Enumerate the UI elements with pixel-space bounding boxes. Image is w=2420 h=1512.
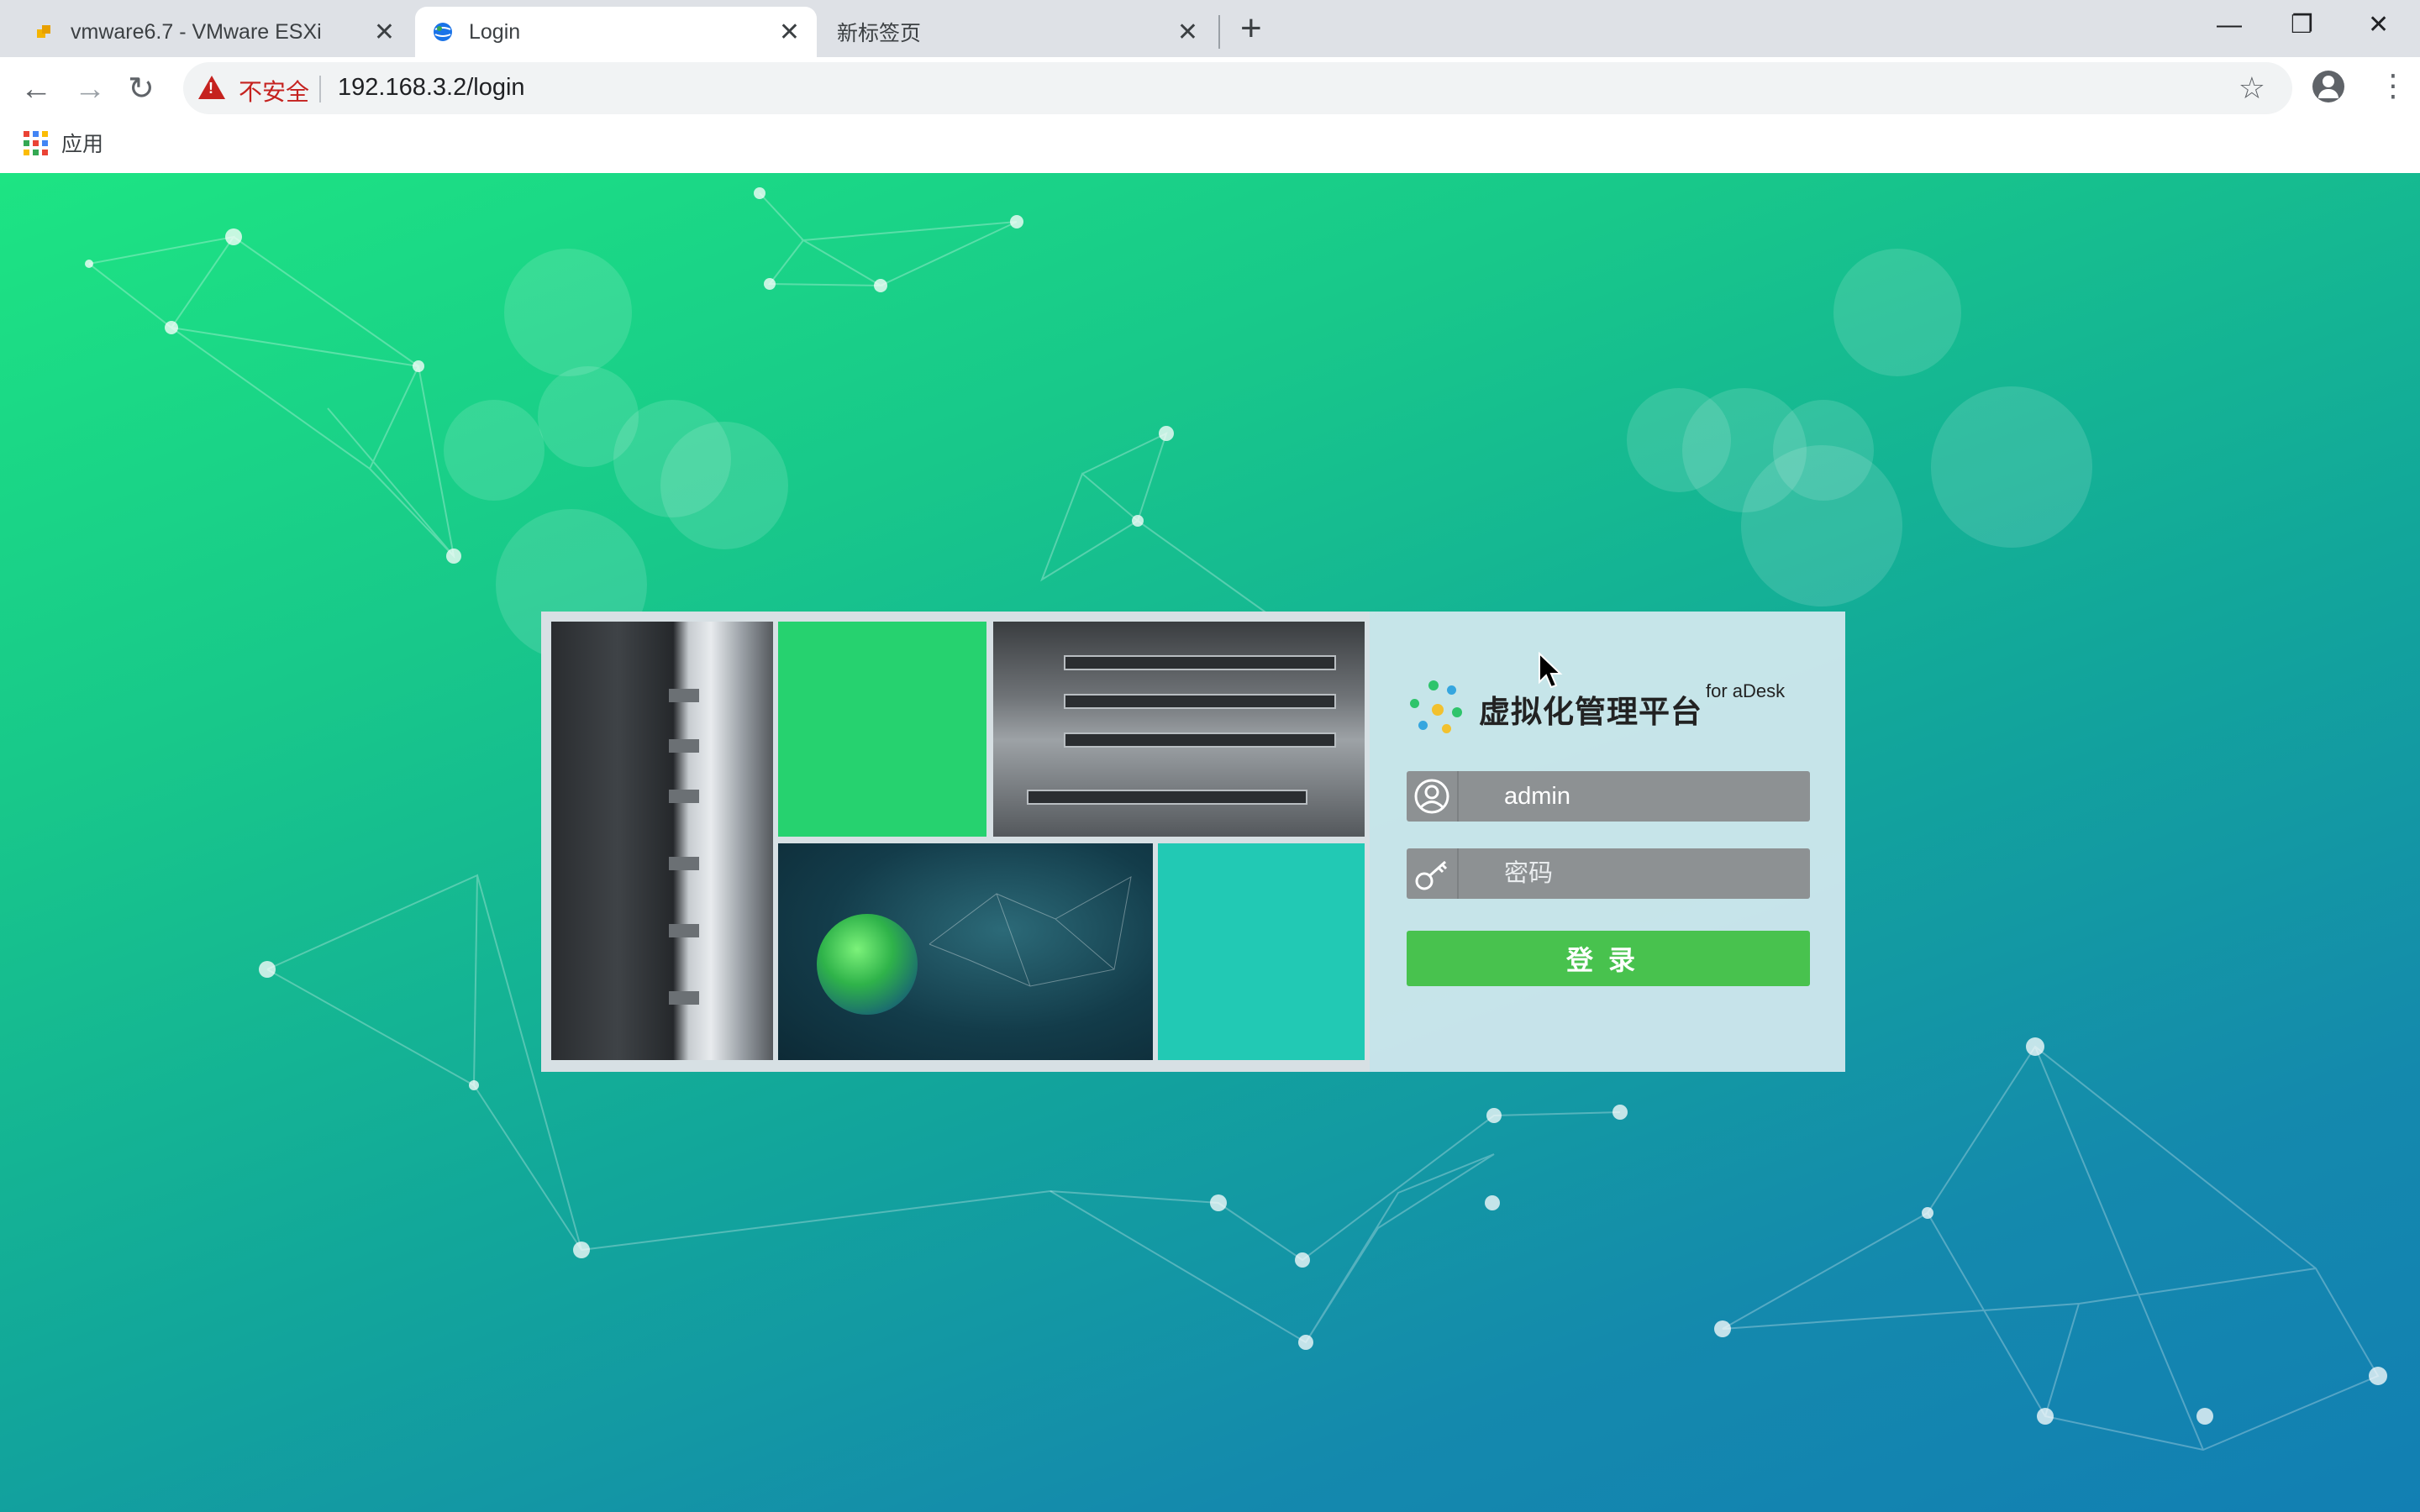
new-tab-button[interactable]: +	[1240, 10, 1262, 47]
tab-vmware[interactable]: vmware6.7 - VMware ESXi ✕	[17, 7, 412, 57]
tab-close-icon[interactable]: ✕	[374, 18, 395, 47]
vmware-favicon-icon	[37, 25, 50, 38]
platform-title: 虚拟化管理平台	[1479, 695, 1702, 729]
window-close-button[interactable]: ✕	[2368, 7, 2389, 44]
user-icon	[1414, 779, 1449, 814]
field-divider	[1457, 848, 1459, 899]
back-button[interactable]: ←	[20, 69, 52, 109]
globe-network-image	[778, 843, 1153, 1060]
login-page-background: 虚拟化管理平台 for aDesk 登录	[0, 173, 2420, 1512]
platform-logo-icon	[1403, 675, 1470, 743]
green-tile	[778, 622, 986, 837]
key-icon	[1415, 860, 1448, 890]
apps-grid-icon[interactable]	[24, 130, 48, 155]
tab-close-icon[interactable]: ✕	[1177, 18, 1198, 47]
username-field[interactable]	[1407, 771, 1810, 822]
server-rack-image	[551, 622, 773, 1060]
bookmarks-bar: 应用	[24, 126, 103, 160]
tab-title: Login	[469, 19, 521, 44]
tab-login[interactable]: Login ✕	[415, 7, 817, 57]
tab-strip: vmware6.7 - VMware ESXi ✕ Login ✕ 新标签页 ✕…	[0, 0, 2420, 57]
login-card: 虚拟化管理平台 for aDesk 登录	[541, 612, 1845, 1072]
mouse-cursor-icon	[1539, 652, 1563, 689]
browser-toolbar: ← → ↻ 不安全 192.168.3.2/login ☆ ⋮ 应用	[0, 57, 2420, 173]
image-mosaic	[541, 612, 1370, 1072]
teal-tile	[1158, 843, 1365, 1060]
login-panel: 虚拟化管理平台 for aDesk 登录	[1370, 612, 1845, 1072]
apps-bookmark[interactable]: 应用	[61, 128, 103, 158]
login-button[interactable]: 登录	[1407, 931, 1810, 986]
globe-favicon-icon	[434, 23, 452, 41]
server-blades-image	[993, 622, 1365, 837]
forward-button[interactable]: →	[74, 69, 106, 109]
tab-title: vmware6.7 - VMware ESXi	[71, 19, 322, 44]
account-icon[interactable]	[2312, 71, 2344, 102]
url-divider	[319, 76, 321, 102]
bookmark-star-icon[interactable]: ☆	[2238, 71, 2265, 106]
field-divider	[1457, 771, 1459, 822]
tab-divider	[1218, 15, 1220, 49]
url-text[interactable]: 192.168.3.2/login	[338, 74, 525, 102]
warning-icon[interactable]	[198, 76, 225, 99]
password-field[interactable]	[1407, 848, 1810, 899]
reload-button[interactable]: ↻	[128, 69, 155, 109]
browser-menu-icon[interactable]: ⋮	[2378, 66, 2408, 106]
username-input[interactable]	[1504, 771, 1798, 822]
security-indicator[interactable]: 不安全	[239, 74, 309, 108]
restore-button[interactable]: ❐	[2291, 7, 2313, 44]
password-input[interactable]	[1504, 848, 1798, 899]
address-bar[interactable]: 不安全 192.168.3.2/login ☆	[183, 62, 2292, 114]
tab-new[interactable]: 新标签页 ✕	[820, 7, 1215, 57]
minimize-button[interactable]: —	[2217, 7, 2242, 44]
platform-subtitle: for aDesk	[1706, 680, 1786, 701]
tab-title: 新标签页	[837, 22, 922, 45]
tab-close-icon[interactable]: ✕	[779, 18, 800, 47]
